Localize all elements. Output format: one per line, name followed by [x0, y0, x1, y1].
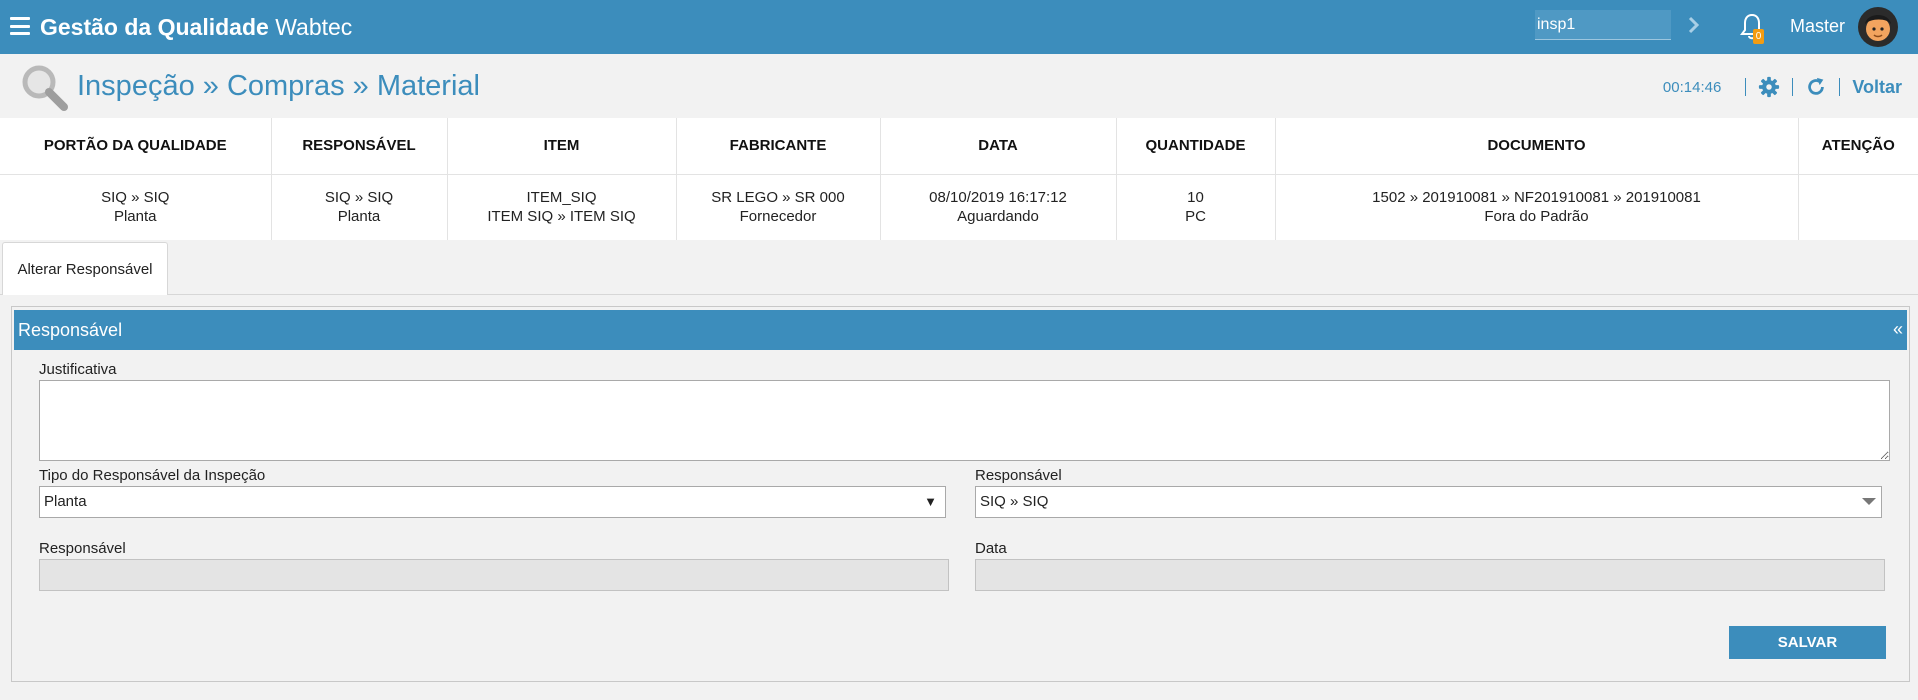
- responsavel-select[interactable]: SIQ » SIQ: [975, 486, 1882, 518]
- cell-line: ITEM SIQ » ITEM SIQ: [487, 208, 636, 226]
- table-cell-portao: SIQ » SIQ Planta: [0, 174, 272, 240]
- table-row: SIQ » SIQ Planta SIQ » SIQ Planta ITEM_SIQ…: [0, 174, 1918, 240]
- responsavel-label: Responsável: [39, 540, 126, 557]
- panel-title: Responsável: [18, 320, 123, 340]
- table-cell-responsavel: SIQ » SIQ Planta: [271, 174, 448, 240]
- menu-icon[interactable]: [10, 17, 30, 35]
- page-header: Inspeção » Compras » Material 00:14:46 V…: [0, 54, 1918, 118]
- divider: [1839, 78, 1841, 96]
- divider: [1745, 78, 1747, 96]
- notification-badge: 0: [1753, 29, 1764, 44]
- table-cell-quantidade: 10 PC: [1116, 174, 1276, 240]
- cell-line: PC: [1185, 208, 1206, 226]
- responsavel-readonly-field: [39, 559, 949, 591]
- column-header: DATA: [880, 118, 1117, 175]
- column-header: PORTÃO DA QUALIDADE: [0, 118, 272, 175]
- column-header: DOCUMENTO: [1275, 118, 1799, 175]
- data-readonly-field: [975, 559, 1885, 591]
- table-cell-documento: 1502 » 201910081 » NF201910081 » 2019100…: [1275, 174, 1799, 240]
- cell-line: SR LEGO » SR 000: [711, 189, 845, 207]
- cell-line: 08/10/2019 16:17:12: [929, 189, 1067, 207]
- table-cell-fabricante: SR LEGO » SR 000 Fornecedor: [676, 174, 881, 240]
- save-button[interactable]: SALVAR: [1729, 626, 1886, 659]
- brand-bold: Gestão da Qualidade: [40, 14, 269, 40]
- select-value: SIQ » SIQ: [980, 493, 1049, 510]
- magnifier-icon: [22, 65, 68, 111]
- avatar[interactable]: [1857, 6, 1899, 48]
- caret-down-icon: ▼: [924, 494, 937, 509]
- app-brand[interactable]: Gestão da Qualidade Wabtec: [40, 13, 352, 41]
- header-tools: 00:14:46 Voltar: [1663, 74, 1902, 100]
- tab-divider: [0, 294, 1918, 295]
- gear-icon[interactable]: [1758, 76, 1780, 98]
- cell-line: 10: [1187, 189, 1204, 207]
- user-name[interactable]: Master: [1790, 15, 1845, 37]
- tipo-responsavel-select[interactable]: Planta ▼: [39, 486, 946, 518]
- column-header: ITEM: [447, 118, 677, 175]
- panel-header: Responsável «: [14, 310, 1907, 350]
- column-header: ATENÇÃO: [1798, 118, 1918, 175]
- cell-line: Fora do Padrão: [1484, 208, 1589, 226]
- column-header: FABRICANTE: [676, 118, 881, 175]
- tab-alterar-responsavel[interactable]: Alterar Responsável: [2, 242, 168, 295]
- search-input[interactable]: [1535, 10, 1671, 40]
- cell-line: SIQ » SIQ: [324, 189, 394, 207]
- table-cell-item: ITEM_SIQ ITEM SIQ » ITEM SIQ: [447, 174, 677, 240]
- justificativa-label: Justificativa: [39, 361, 117, 378]
- cell-line: Fornecedor: [739, 208, 817, 226]
- page-title: Inspeção » Compras » Material: [77, 70, 480, 102]
- table-cell-atencao: [1798, 174, 1918, 240]
- cell-line: 1502 » 201910081 » NF201910081 » 2019100…: [1372, 189, 1701, 207]
- responsavel-select-label: Responsável: [975, 467, 1062, 484]
- brand-rest: Wabtec: [275, 14, 353, 40]
- table-cell-data: 08/10/2019 16:17:12 Aguardando: [880, 174, 1117, 240]
- cell-line: Aguardando: [957, 208, 1039, 226]
- chevron-right-icon[interactable]: [1684, 12, 1704, 38]
- refresh-icon[interactable]: [1805, 76, 1827, 98]
- cell-line: Planta: [113, 208, 157, 226]
- cell-line: SIQ » SIQ: [101, 189, 170, 207]
- session-timer: 00:14:46: [1662, 78, 1722, 96]
- table-header-row: PORTÃO DA QUALIDADE RESPONSÁVEL ITEM FAB…: [0, 118, 1918, 175]
- tipo-responsavel-label: Tipo do Responsável da Inspeção: [39, 467, 266, 484]
- column-header: RESPONSÁVEL: [271, 118, 448, 175]
- column-header: QUANTIDADE: [1116, 118, 1276, 175]
- collapse-button[interactable]: «: [1893, 318, 1903, 340]
- chevron-down-icon: [1862, 498, 1876, 505]
- cell-line: ITEM_SIQ: [526, 189, 597, 207]
- inspection-info-table: PORTÃO DA QUALIDADE RESPONSÁVEL ITEM FAB…: [0, 118, 1918, 240]
- divider: [1792, 78, 1794, 96]
- data-label: Data: [975, 540, 1007, 557]
- back-link[interactable]: Voltar: [1852, 77, 1902, 98]
- cell-line: Planta: [337, 208, 381, 226]
- select-value: Planta: [44, 493, 87, 510]
- justificativa-textarea[interactable]: [39, 380, 1890, 461]
- top-bar: Gestão da Qualidade Wabtec 0 Master: [0, 0, 1918, 54]
